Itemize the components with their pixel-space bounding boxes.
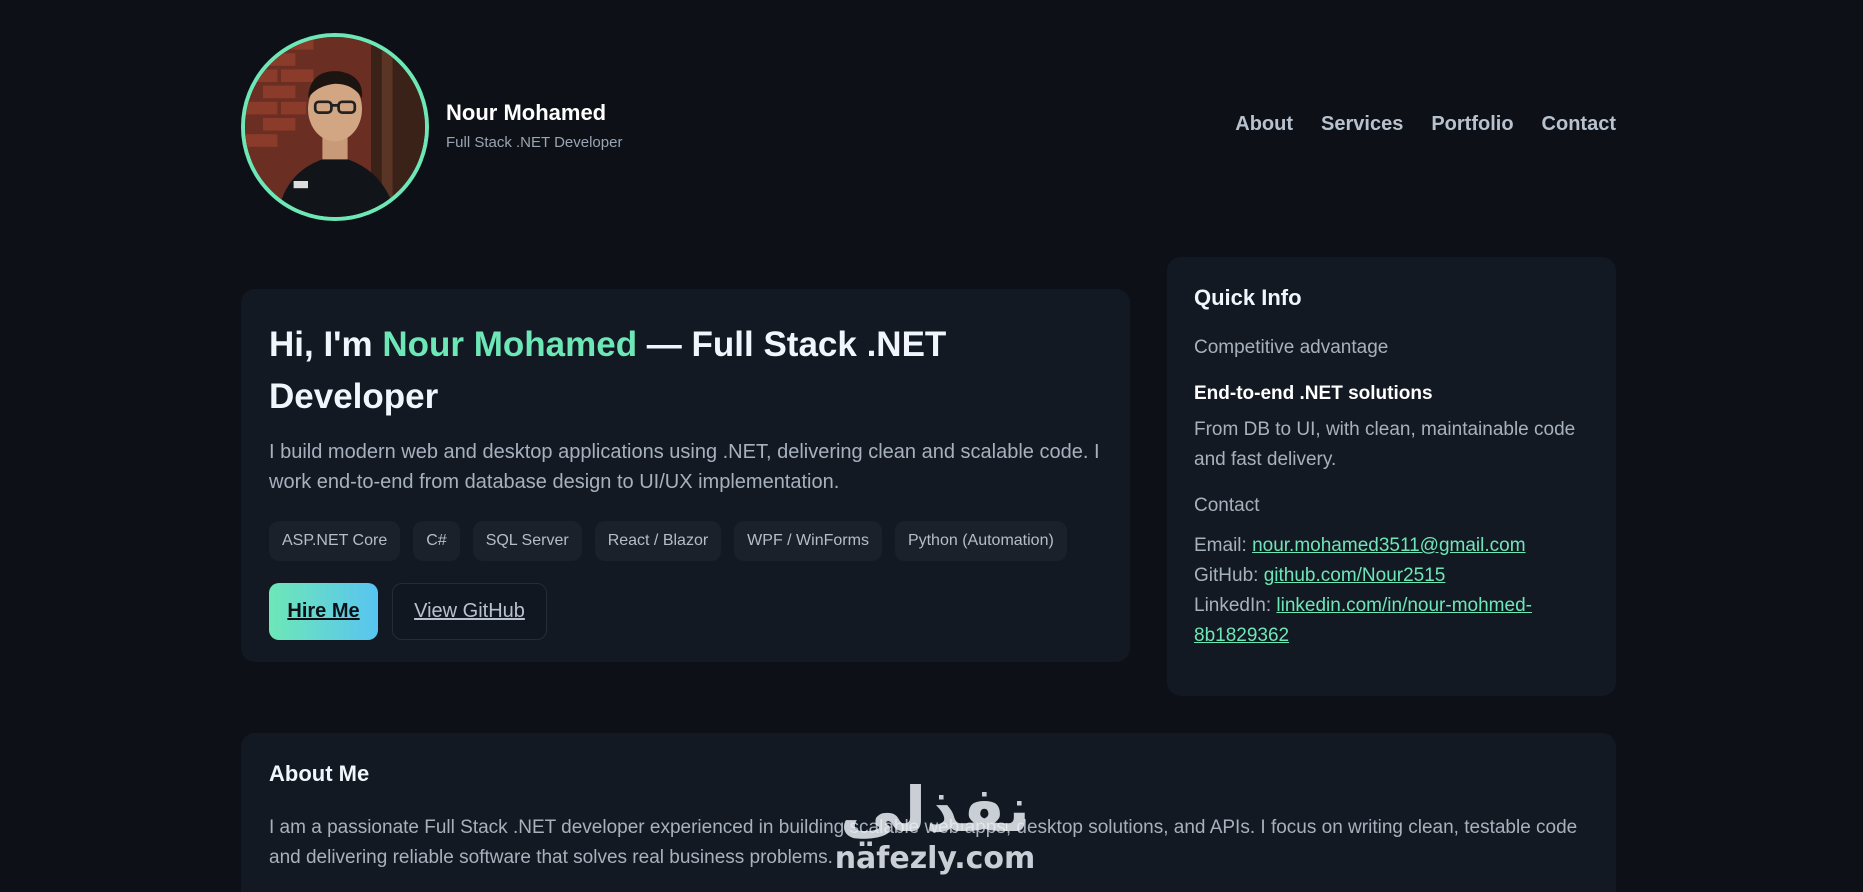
watermark: نفذلي nafezly.com bbox=[820, 775, 1050, 892]
page: Nour Mohamed Full Stack .NET Developer A… bbox=[0, 0, 1863, 892]
skill-tag: Python (Automation) bbox=[894, 521, 1067, 561]
brand-name: Nour Mohamed bbox=[446, 100, 607, 125]
linkedin-label: LinkedIn: bbox=[1194, 595, 1277, 616]
hero-description: I build modern web and desktop applicati… bbox=[269, 441, 1100, 493]
contact-label: Contact bbox=[1194, 495, 1260, 516]
advantage-text: From DB to UI, with clean, maintainable … bbox=[1194, 419, 1576, 470]
contact-email-row: Email: nour.mohamed3511@gmail.com bbox=[1194, 531, 1589, 561]
skill-tags: ASP.NET Core C# SQL Server React / Blazo… bbox=[269, 521, 1102, 561]
github-link[interactable]: github.com/Nour2515 bbox=[1264, 565, 1446, 586]
main-nav: About Services Portfolio Contact bbox=[1235, 113, 1616, 136]
skill-tag: WPF / WinForms bbox=[734, 521, 882, 561]
hero-title-prefix: Hi, I'm bbox=[269, 325, 383, 364]
email-link[interactable]: nour.mohamed3511@gmail.com bbox=[1252, 535, 1525, 556]
contact-linkedin-row: LinkedIn: linkedin.com/in/nour-mohmed-8b… bbox=[1194, 591, 1589, 651]
watermark-latin: nafezly.com bbox=[834, 841, 1036, 876]
watermark-arabic: نفذلي bbox=[840, 773, 1030, 846]
nav-link-contact[interactable]: Contact bbox=[1542, 113, 1616, 136]
hero-title: Hi, I'm Nour Mohamed — Full Stack .NET D… bbox=[269, 319, 1069, 423]
hero-card: Hi, I'm Nour Mohamed — Full Stack .NET D… bbox=[241, 289, 1130, 662]
github-label: GitHub: bbox=[1194, 565, 1264, 586]
advantage-label: Competitive advantage bbox=[1194, 337, 1389, 358]
view-github-button[interactable]: View GitHub bbox=[392, 583, 547, 640]
email-label: Email: bbox=[1194, 535, 1253, 556]
hero-actions: Hire Me View GitHub bbox=[269, 583, 1102, 640]
skill-tag: React / Blazor bbox=[594, 521, 722, 561]
advantage-title: End-to-end .NET solutions bbox=[1194, 383, 1433, 404]
contact-github-row: GitHub: github.com/Nour2515 bbox=[1194, 561, 1589, 591]
nav-link-portfolio[interactable]: Portfolio bbox=[1431, 113, 1513, 136]
hero-title-name: Nour Mohamed bbox=[382, 325, 638, 364]
brand-role: Full Stack .NET Developer bbox=[446, 134, 623, 151]
hire-me-button[interactable]: Hire Me bbox=[269, 583, 378, 640]
nav-link-services[interactable]: Services bbox=[1321, 113, 1403, 136]
nav-link-about[interactable]: About bbox=[1235, 113, 1293, 136]
skill-tag: ASP.NET Core bbox=[269, 521, 401, 561]
quick-info-title: Quick Info bbox=[1194, 285, 1302, 310]
skill-tag: SQL Server bbox=[472, 521, 582, 561]
skill-tag: C# bbox=[413, 521, 460, 561]
quick-info-card: Quick Info Competitive advantage End-to-… bbox=[1167, 257, 1616, 696]
avatar bbox=[241, 33, 429, 221]
contact-list: Email: nour.mohamed3511@gmail.com GitHub… bbox=[1194, 531, 1589, 651]
